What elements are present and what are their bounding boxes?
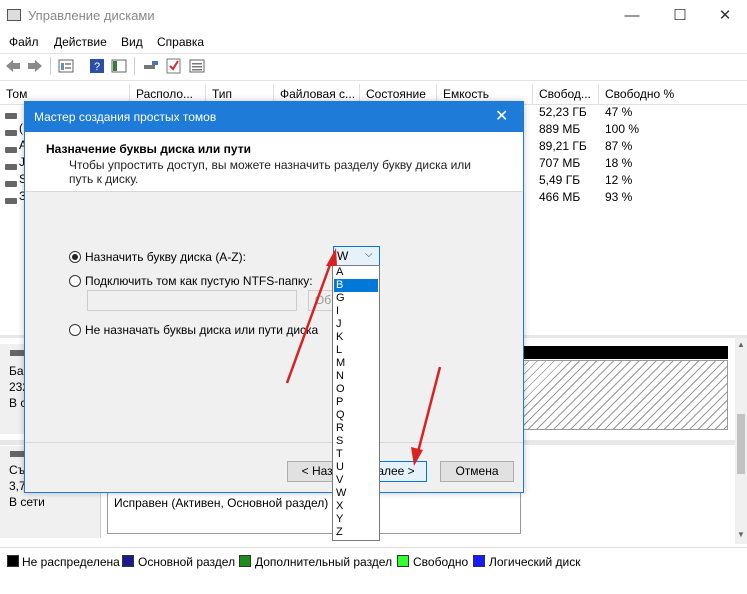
arrow-head-icon: [326, 248, 337, 266]
arrow-to-next-line: [416, 366, 442, 453]
arrow-head-icon: [411, 447, 423, 466]
arrow-to-dropdown-line: [285, 261, 333, 384]
annotation-arrows: [285, 248, 442, 466]
